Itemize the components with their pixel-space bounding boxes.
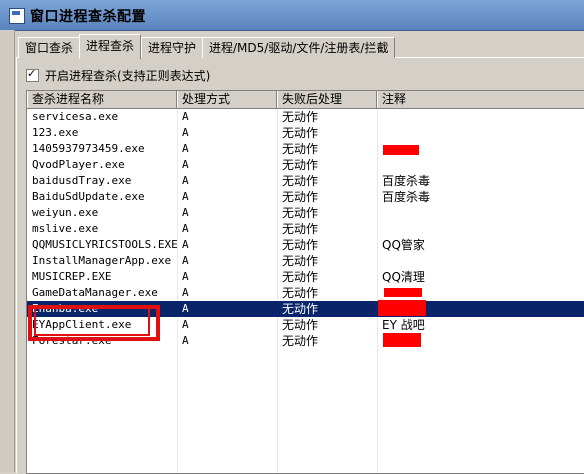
method-cell: A	[182, 206, 189, 219]
column-header-method[interactable]: 处理方式	[177, 91, 277, 108]
enable-process-kill-checkbox[interactable]	[26, 67, 39, 82]
redaction-mark	[383, 333, 421, 347]
on-failure-cell: 无动作	[282, 270, 319, 284]
note-cell	[377, 221, 584, 237]
method-cell: A	[182, 190, 189, 203]
table-row[interactable]: weiyun.exe A 无动作	[27, 205, 584, 221]
on-failure-cell: 无动作	[282, 206, 319, 220]
on-failure-cell: 无动作	[282, 302, 319, 316]
process-name-cell: baidusdTray.exe	[32, 174, 132, 187]
method-cell: A	[182, 302, 189, 315]
table-row[interactable]: 1405937973459.exe A 无动作	[27, 141, 584, 157]
method-cell: A	[182, 222, 189, 235]
method-cell: A	[182, 318, 189, 331]
process-name-cell: mslive.exe	[32, 222, 99, 235]
note-cell: QQ管家	[382, 238, 425, 252]
window-title: 窗口进程查杀配置	[30, 9, 146, 25]
process-kill-table[interactable]: 查杀进程名称 处理方式 失败后处理 注释 servicesa.exe A 无动作 12…	[26, 90, 584, 474]
app-icon	[9, 8, 25, 24]
on-failure-cell: 无动作	[282, 254, 319, 268]
method-cell: A	[182, 334, 189, 347]
table-row[interactable]: 123.exe A 无动作	[27, 125, 584, 141]
process-name-cell: QvodPlayer.exe	[32, 158, 125, 171]
process-name-cell: GameDataManager.exe	[32, 286, 158, 299]
background-window-edge	[0, 30, 15, 472]
table-row[interactable]: InstallManagerApp.exe A 无动作	[27, 253, 584, 269]
annotation-inner-box	[34, 306, 150, 336]
note-cell	[377, 157, 584, 173]
tab-process-kill[interactable]: 进程查杀	[79, 34, 142, 59]
table-row[interactable]: baidusdTray.exe A 无动作 百度杀毒	[27, 173, 584, 189]
redaction-mark	[384, 288, 422, 297]
note-cell: 百度杀毒	[382, 190, 431, 204]
table-row[interactable]: QQMUSICLYRICSTOOLS.EXE A 无动作 QQ管家	[27, 237, 584, 253]
enable-process-kill-option[interactable]: 开启进程查杀(支持正则表达式)	[26, 66, 210, 84]
process-name-cell: 1405937973459.exe	[32, 142, 145, 155]
method-cell: A	[182, 174, 189, 187]
on-failure-cell: 无动作	[282, 142, 319, 156]
method-cell: A	[182, 286, 189, 299]
note-cell: EY 战吧	[382, 318, 425, 332]
on-failure-cell: 无动作	[282, 110, 319, 124]
table-row[interactable]: mslive.exe A 无动作	[27, 221, 584, 237]
method-cell: A	[182, 110, 189, 123]
table-row[interactable]: QvodPlayer.exe A 无动作	[27, 157, 584, 173]
on-failure-cell: 无动作	[282, 126, 319, 140]
on-failure-cell: 无动作	[282, 318, 319, 332]
table-header: 查杀进程名称 处理方式 失败后处理 注释	[27, 91, 584, 109]
tab-window-kill[interactable]: 窗口查杀	[18, 37, 81, 58]
column-header-note[interactable]: 注释	[377, 91, 584, 108]
enable-process-kill-label: 开启进程查杀(支持正则表达式)	[45, 68, 211, 83]
method-cell: A	[182, 126, 189, 139]
on-failure-cell: 无动作	[282, 222, 319, 236]
method-cell: A	[182, 270, 189, 283]
note-cell	[377, 125, 584, 141]
process-name-cell: InstallManagerApp.exe	[32, 254, 172, 267]
note-cell	[377, 205, 584, 221]
note-cell	[377, 253, 584, 269]
on-failure-cell: 无动作	[282, 238, 319, 252]
note-cell: 百度杀毒	[382, 174, 431, 188]
tab-process-md5-driver-file-registry-block[interactable]: 进程/MD5/驱动/文件/注册表/拦截	[202, 37, 396, 58]
table-row[interactable]: BaiduSdUpdate.exe A 无动作 百度杀毒	[27, 189, 584, 205]
table-row[interactable]: GameDataManager.exe A 无动作	[27, 285, 584, 301]
method-cell: A	[182, 238, 189, 251]
note-cell: QQ清理	[382, 270, 425, 284]
on-failure-cell: 无动作	[282, 286, 319, 300]
process-name-cell: 123.exe	[32, 126, 79, 139]
process-name-cell: weiyun.exe	[32, 206, 99, 219]
column-header-process-name[interactable]: 查杀进程名称	[27, 91, 177, 108]
table-row[interactable]: MUSICREP.EXE A 无动作 QQ清理	[27, 269, 584, 285]
title-bar: 窗口进程查杀配置	[0, 0, 584, 31]
method-cell: A	[182, 142, 189, 155]
on-failure-cell: 无动作	[282, 190, 319, 204]
redaction-mark	[378, 300, 426, 316]
process-name-cell: MUSICREP.EXE	[32, 270, 112, 283]
on-failure-cell: 无动作	[282, 334, 319, 348]
method-cell: A	[182, 254, 189, 267]
table-row[interactable]: servicesa.exe A 无动作	[27, 109, 584, 125]
tab-process-guard[interactable]: 进程守护	[141, 37, 204, 58]
on-failure-cell: 无动作	[282, 174, 319, 188]
process-name-cell: BaiduSdUpdate.exe	[32, 190, 145, 203]
method-cell: A	[182, 158, 189, 171]
process-name-cell: QQMUSICLYRICSTOOLS.EXE	[32, 238, 177, 251]
process-name-cell: servicesa.exe	[32, 110, 119, 123]
column-header-on-failure[interactable]: 失败后处理	[277, 91, 377, 108]
on-failure-cell: 无动作	[282, 158, 319, 172]
note-cell	[377, 109, 584, 125]
redaction-mark	[383, 145, 419, 155]
